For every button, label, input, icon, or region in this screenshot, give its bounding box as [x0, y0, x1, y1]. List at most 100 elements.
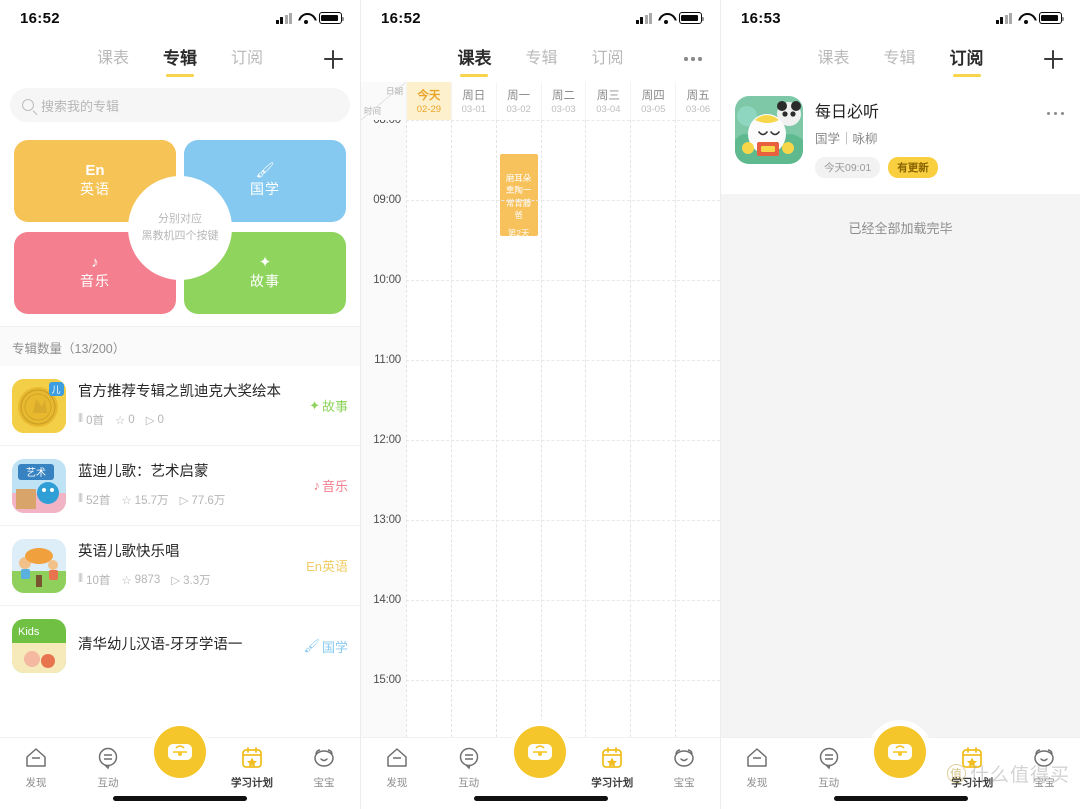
add-button[interactable] [310, 49, 356, 69]
more-button[interactable] [670, 57, 716, 61]
robot-home-icon[interactable] [514, 726, 567, 778]
schedule-event[interactable]: 磨耳朵 熏陶一 常青藤爸 第2天 [499, 154, 538, 238]
nav-item-interact[interactable]: 互动 [793, 746, 865, 790]
interact-icon [816, 746, 842, 770]
nav-item-home[interactable] [144, 726, 216, 778]
schedule-column[interactable] [450, 120, 496, 737]
baby-icon [671, 746, 697, 770]
tab-subscriptions[interactable]: 订阅 [590, 40, 626, 78]
day-column-header[interactable]: 周二 03-03 [540, 82, 586, 120]
discover-icon [384, 746, 410, 770]
tab-subscriptions[interactable]: 订阅 [229, 40, 265, 78]
schedule-column[interactable] [675, 120, 720, 737]
day-date: 03-01 [461, 104, 486, 115]
tab-schedule[interactable]: 课表 [815, 40, 851, 78]
quad-center-note: 分别对应 黑教机四个按键 [128, 176, 232, 280]
tab-albums[interactable]: 专辑 [161, 40, 199, 79]
watermark-badge: 值 [946, 764, 966, 783]
music-note-icon: ♪ [313, 478, 320, 493]
schedule-column[interactable] [630, 120, 675, 737]
nav-label: 宝宝 [673, 777, 695, 789]
album-meta: ⦀ 0首 ☆ 0 ▷ 0 [78, 412, 291, 428]
schedule-columns: 磨耳朵 熏陶一 常青藤爸 第2天 [406, 120, 720, 737]
tab-albums[interactable]: 专辑 [882, 40, 918, 78]
album-title: 清华幼儿汉语-牙牙学语一 [78, 637, 243, 654]
day-column-header[interactable]: 周四 03-05 [630, 82, 675, 120]
day-column-header[interactable]: 周日 03-01 [450, 82, 496, 120]
subscription-time-badge: 今天09:01 [815, 157, 881, 178]
day-column-header[interactable]: 周三 03-04 [585, 82, 630, 120]
nav-label: 宝宝 [313, 777, 335, 789]
album-title: 官方推荐专辑之凯迪克大奖绘本 [78, 384, 281, 401]
music-note-icon: ♪ [91, 254, 99, 271]
list-item[interactable]: 艺术 蓝迪儿歌：艺术启蒙 ⦀ 52首 ☆ 15.7万 ▷ 77.6万 ♪ 音乐 [0, 446, 360, 526]
list-item[interactable]: 每日必听 国学｜咏柳 今天09:01 有更新 [721, 82, 1080, 194]
add-button[interactable] [1030, 49, 1076, 69]
status-icons [635, 12, 705, 24]
nav-item-interact[interactable]: 互动 [72, 746, 144, 790]
day-date: 02-29 [416, 104, 442, 115]
search-input[interactable]: 搜索我的专辑 [10, 88, 350, 122]
album-tag: 🖌 国学 [297, 637, 348, 656]
discover-icon [744, 746, 770, 770]
nav-item-interact[interactable]: 互动 [433, 746, 505, 790]
list-item[interactable]: 英语儿歌快乐唱 ⦀ 10首 ☆ 9873 ▷ 3.3万 En英语 [0, 526, 360, 606]
tab-group: 课表 专辑 订阅 [50, 40, 310, 79]
day-column-header-today[interactable]: 今天 02-29 [406, 82, 451, 120]
tab-schedule[interactable]: 课表 [455, 40, 493, 79]
nav-item-study-plan[interactable]: 学习计划 [576, 746, 648, 790]
schedule-column[interactable] [585, 120, 630, 737]
tab-schedule[interactable]: 课表 [95, 40, 131, 78]
baby-icon [311, 746, 337, 770]
status-bar: 16:53 [721, 0, 1080, 36]
nav-center-slot [154, 726, 206, 778]
nav-item-baby[interactable]: 宝宝 [648, 746, 720, 790]
day-column-header[interactable]: 周五 03-06 [675, 82, 720, 120]
robot-home-icon[interactable] [154, 726, 206, 778]
nav-item-discover[interactable]: 发现 [0, 746, 72, 790]
nav-label: 发现 [746, 777, 768, 789]
time-label: 15:00 [373, 674, 401, 686]
quad-note-line2: 黑教机四个按键 [141, 230, 219, 242]
search-placeholder: 搜索我的专辑 [41, 98, 120, 114]
day-column-header[interactable]: 周一 03-02 [495, 82, 541, 120]
schedule-column[interactable] [540, 120, 586, 737]
home-indicator [473, 796, 608, 801]
nav-item-home[interactable] [865, 726, 937, 778]
status-bar: 16:52 [0, 0, 360, 36]
schedule-column[interactable]: 磨耳朵 熏陶一 常青藤爸 第2天 [495, 120, 541, 737]
nav-label: 发现 [25, 777, 47, 789]
hour-gridline [406, 680, 720, 681]
status-bar: 16:52 [361, 0, 720, 36]
tab-group: 课表 专辑 订阅 [411, 40, 670, 79]
time-label: 12:00 [373, 434, 401, 446]
tab-subscriptions[interactable]: 订阅 [948, 40, 986, 79]
quad-note-line1: 分别对应 [158, 212, 202, 225]
album-thumbnail [12, 538, 66, 593]
brush-icon: 🖌 [303, 638, 320, 653]
hour-gridline [406, 120, 720, 121]
list-item[interactable]: 儿 官方推荐专辑之凯迪克大奖绘本 ⦀ 0首 ☆ 0 ▷ 0 ✦ 故事 [0, 366, 360, 446]
tab-albums[interactable]: 专辑 [523, 40, 559, 78]
nav-item-discover[interactable]: 发现 [721, 746, 793, 790]
album-fav-count: ☆ 9873 [121, 573, 161, 587]
album-info: 清华幼儿汉语-牙牙学语一 [78, 636, 285, 656]
list-item[interactable]: Kids 清华幼儿汉语-牙牙学语一 🖌 国学 [0, 606, 360, 686]
nav-item-study-plan[interactable]: 学习计划 [216, 746, 288, 790]
schedule-body[interactable]: 08:00 09:00 10:00 11:00 12:00 13:00 14:0… [361, 120, 720, 737]
screenshot-root: 16:52 课表 专辑 订阅 搜索我的专辑 En 英语 🖌 国学 ♪ 音乐 ✦ … [0, 0, 1080, 809]
nav-item-baby[interactable]: 宝宝 [288, 746, 360, 790]
subscription-more-button[interactable] [1041, 96, 1066, 116]
more-dots-icon [684, 57, 702, 61]
status-badge: 有更新 [888, 157, 938, 178]
time-label: 08:00 [373, 120, 401, 126]
nav-item-home[interactable] [505, 726, 577, 778]
nav-item-discover[interactable]: 发现 [361, 746, 433, 790]
screen-schedule: 16:52 课表 专辑 订阅 日期 时间 今天 02-29 周日 03-01 周… [360, 0, 720, 809]
schedule-column-today[interactable] [406, 120, 451, 737]
album-play-count: ▷ 0 [145, 413, 164, 427]
plus-icon [1043, 49, 1063, 69]
time-label: 09:00 [373, 194, 401, 206]
svg-text:Kids: Kids [18, 626, 40, 638]
robot-home-icon[interactable] [874, 726, 927, 778]
